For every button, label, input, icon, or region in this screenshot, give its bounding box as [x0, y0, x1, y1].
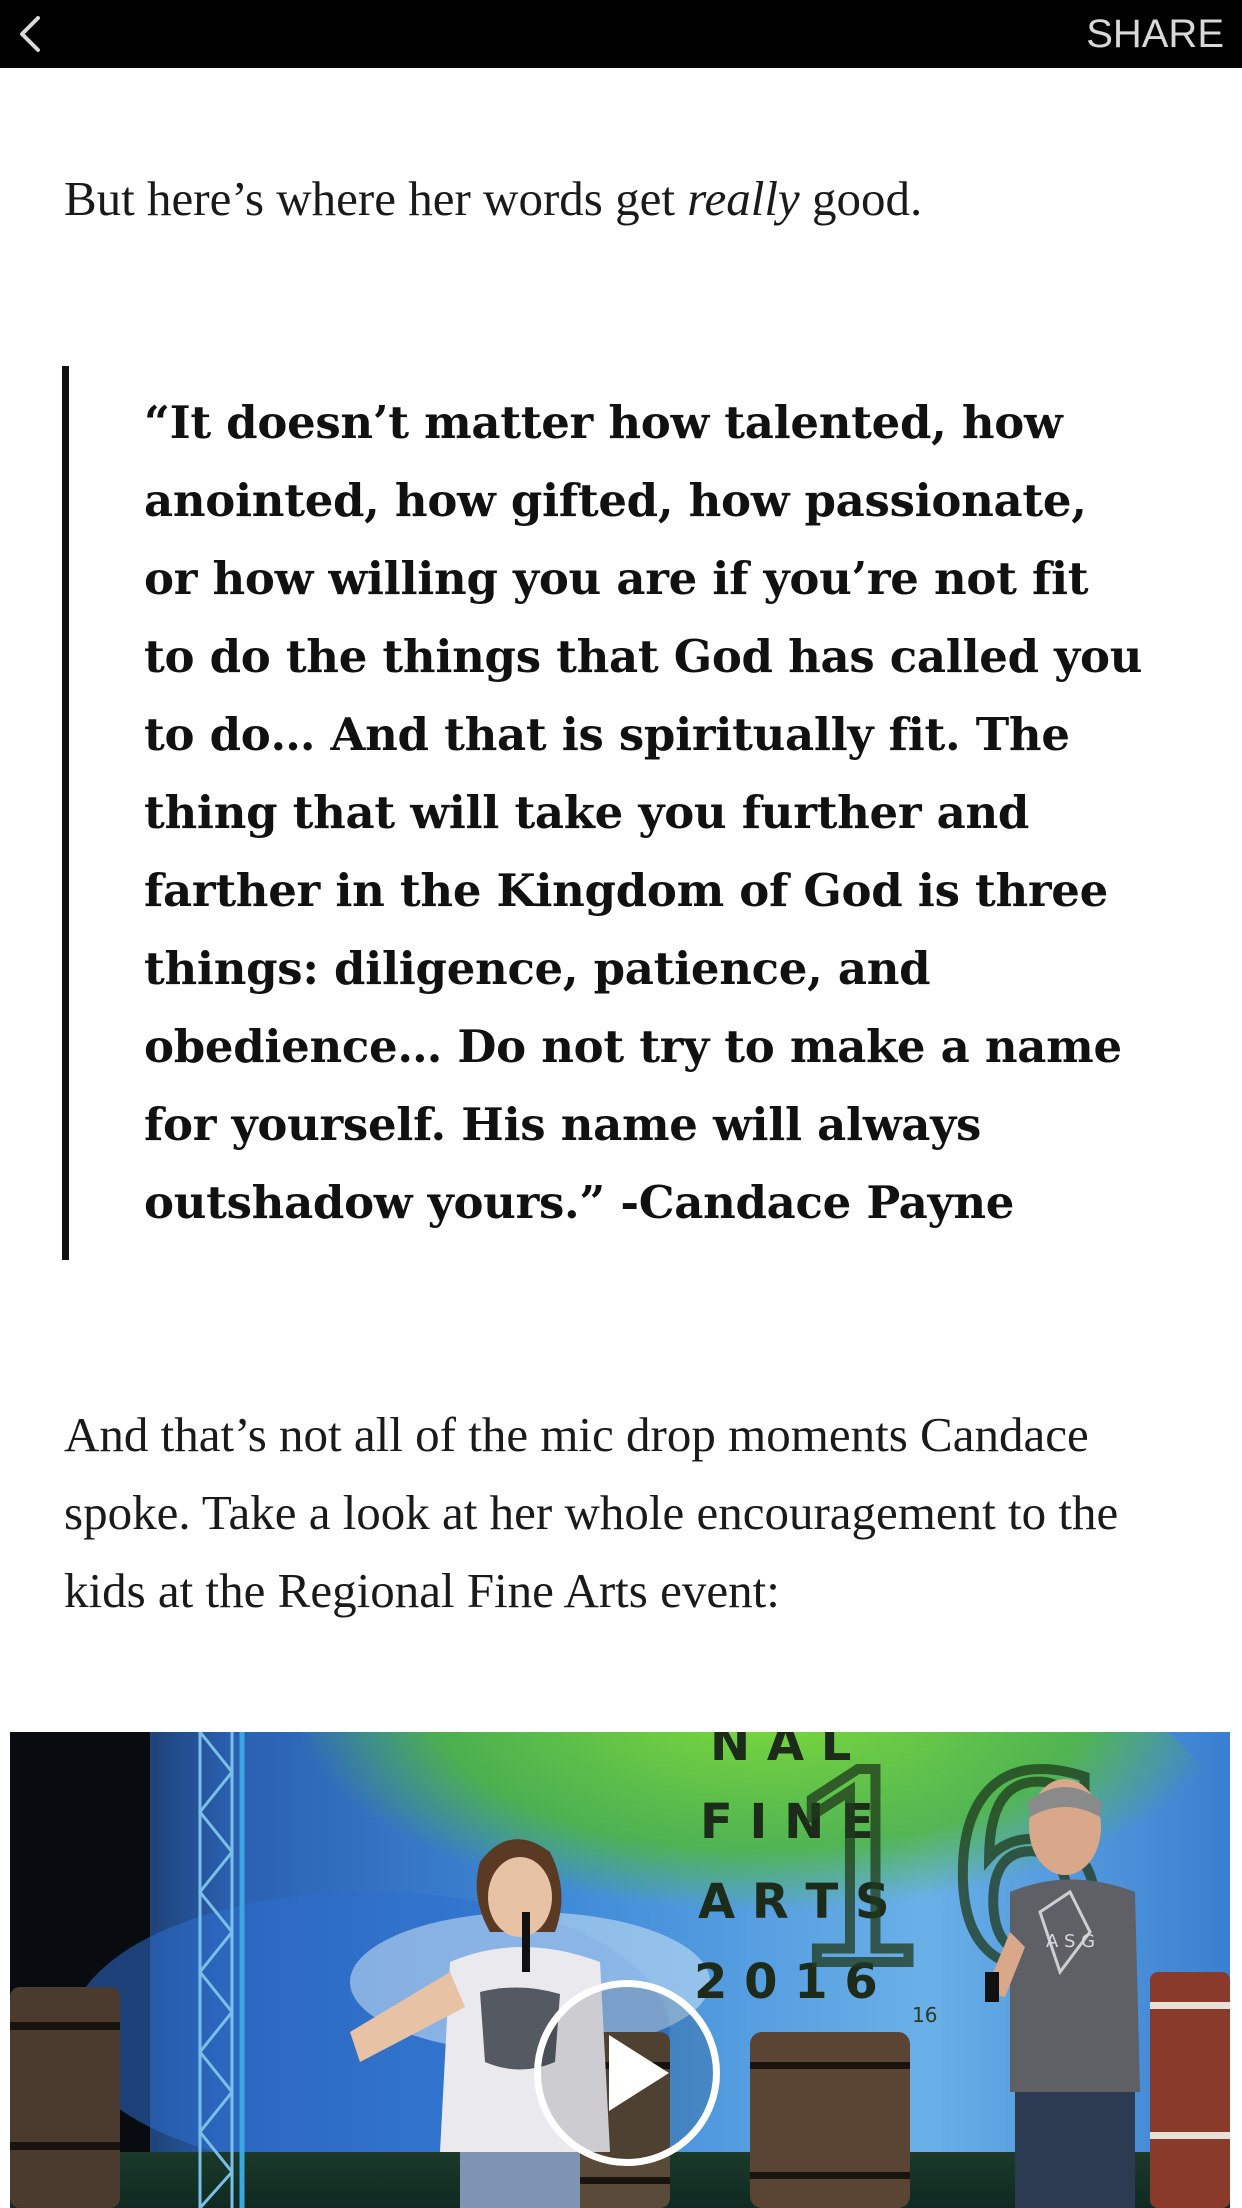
top-bar: SHARE	[0, 0, 1242, 68]
sign-small-text: 16	[912, 2003, 937, 2027]
video-player[interactable]: N A L F I N E A R T S 2 0 1 6 16 16 A S …	[10, 1732, 1230, 2208]
blockquote-text: “It doesn’t matter how talented, how ano…	[144, 396, 1143, 1229]
play-button[interactable]	[534, 1980, 720, 2166]
chevron-left-icon	[20, 16, 40, 52]
lead-text-start: But here’s where her words get	[64, 171, 688, 226]
lead-emphasis: really	[687, 171, 800, 226]
lead-text-end: good.	[799, 171, 923, 226]
body-paragraph: And that’s not all of the mic drop momen…	[64, 1407, 1119, 1618]
back-button[interactable]	[6, 8, 58, 60]
share-button[interactable]: SHARE	[1086, 10, 1224, 58]
play-icon	[609, 2035, 669, 2111]
lead-paragraph: But here’s where her words get really go…	[64, 160, 1184, 238]
blockquote-bar	[62, 366, 69, 1260]
shirt-print: A S G	[1046, 1931, 1095, 1952]
